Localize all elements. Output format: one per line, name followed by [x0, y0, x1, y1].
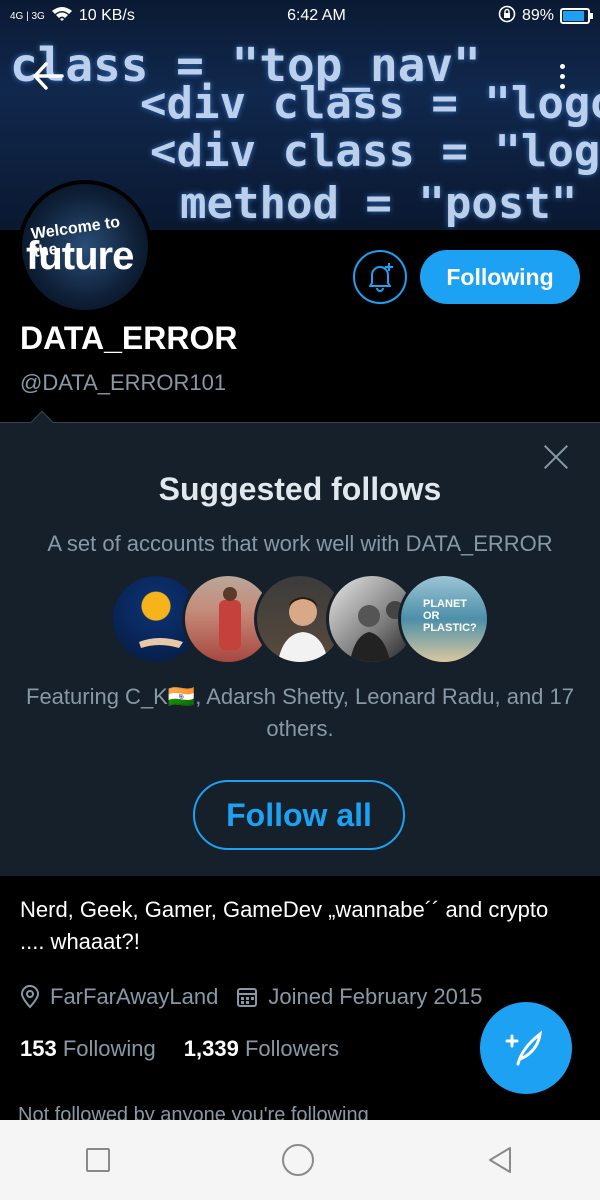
follow-all-button[interactable]: Follow all — [193, 780, 405, 850]
display-name: DATA_ERROR — [20, 320, 238, 356]
system-nav-bar — [0, 1120, 600, 1200]
dot — [559, 83, 565, 89]
location-item: FarFarAwayLand — [20, 984, 218, 1010]
joined-item: Joined February 2015 — [236, 984, 482, 1010]
followers-count: 1,339 — [183, 1036, 239, 1061]
profile-bio: Nerd, Geek, Gamer, GameDev „wannabe´´ an… — [20, 897, 549, 954]
back-triangle-icon[interactable] — [486, 1145, 514, 1175]
status-bar: 4G | 3G 10 KB/s 6:42 AM 89% — [0, 0, 600, 32]
following-button[interactable]: Following — [420, 250, 580, 304]
dot — [559, 73, 565, 79]
close-icon[interactable] — [542, 443, 570, 471]
clock: 6:42 AM — [287, 7, 346, 24]
location-pin-icon — [20, 985, 40, 1009]
rotation-lock-icon — [498, 5, 516, 28]
suggested-subtitle: A set of accounts that work well with DA… — [47, 531, 553, 556]
suggested-avatar[interactable]: PLANET OR PLASTIC? — [398, 573, 490, 665]
joined-text: Joined February 2015 — [268, 984, 483, 1009]
battery-icon — [559, 8, 593, 24]
following-stat[interactable]: 153 Following — [20, 1036, 156, 1062]
follow-stats: 153 Following 1,339 Followers — [20, 1036, 339, 1062]
network-label: 4G | 3G — [10, 10, 45, 22]
banner-code-line: <div class = "logo" — [140, 78, 600, 129]
battery-percent: 89% — [521, 7, 554, 24]
avatar-text: future — [26, 234, 134, 278]
banner-code-line: method = "post" — [180, 178, 578, 229]
back-button[interactable] — [28, 56, 68, 96]
notifications-bell-button[interactable] — [353, 250, 407, 304]
suggested-featuring: Featuring C_K🇮🇳, Adarsh Shetty, Leonard … — [26, 684, 574, 741]
recents-square-icon[interactable] — [86, 1148, 110, 1172]
avatar[interactable]: Welcome to the future — [18, 180, 152, 314]
location-text: FarFarAwayLand — [50, 984, 219, 1009]
followers-stat[interactable]: 1,339 Followers — [184, 1036, 339, 1062]
following-label: Following — [62, 1036, 156, 1061]
home-circle-icon[interactable] — [282, 1144, 314, 1176]
network-speed: 10 KB/s — [78, 7, 135, 24]
compose-tweet-button[interactable] — [480, 1002, 572, 1094]
suggested-follows-panel: Suggested follows A set of accounts that… — [0, 410, 600, 876]
calendar-icon — [237, 988, 258, 1007]
banner-code-line: <div class = "log — [150, 126, 600, 177]
bell-plus-icon — [369, 263, 393, 292]
followers-label: Followers — [244, 1036, 340, 1061]
suggested-title: Suggested follows — [158, 471, 442, 507]
suggested-avatars[interactable]: PLANET OR PLASTIC? — [110, 573, 490, 665]
more-options-button[interactable] — [552, 56, 572, 96]
following-count: 153 — [20, 1036, 57, 1061]
profile-meta: FarFarAwayLand Joined February 2015 — [20, 984, 482, 1010]
suggested-avatar-text: PLANET OR PLASTIC? — [423, 598, 477, 634]
wifi-icon — [51, 6, 73, 27]
user-handle: @DATA_ERROR101 — [20, 370, 227, 395]
dot — [559, 63, 565, 69]
compose-feather-icon — [505, 1030, 543, 1066]
back-arrow-icon — [33, 62, 64, 90]
